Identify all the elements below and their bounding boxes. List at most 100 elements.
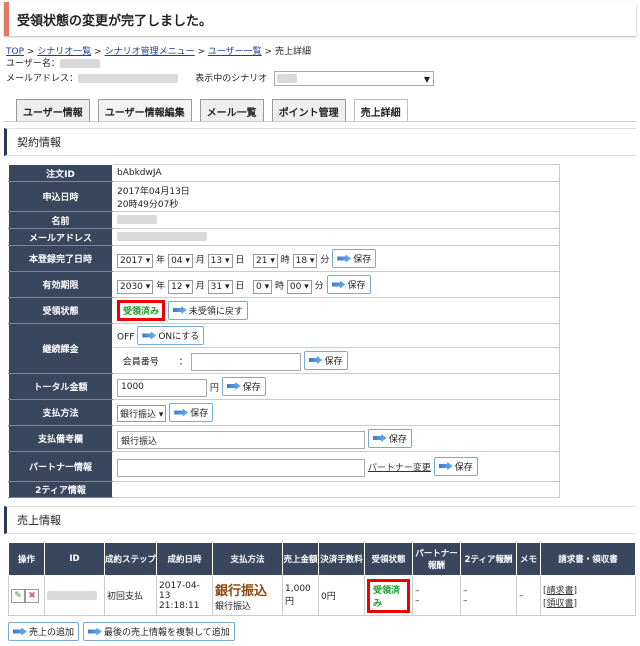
add-sale-button[interactable]: 売上の追加 <box>8 622 80 641</box>
expiry-minute[interactable]: 00 ▾ <box>286 279 312 294</box>
email-label: メールアドレス： <box>6 74 79 84</box>
total-save-button[interactable]: 保存 <box>221 376 266 396</box>
label-partner: パートナー情報 <box>8 451 113 482</box>
row-step: 初回支払 <box>104 575 157 616</box>
row-time: 21:18:11 <box>159 600 200 611</box>
arrow-right-icon <box>142 331 157 340</box>
label-billing: 継続課金 <box>8 323 113 374</box>
arrow-right-icon <box>172 306 187 314</box>
arrow-right-icon <box>13 627 27 636</box>
payment-note-input[interactable]: 銀行振込 <box>117 430 365 449</box>
order-id-value: bAbkdwJA <box>112 164 560 182</box>
sales-table: 操作 ID 成約ステップ 成約日時 支払方法 売上金額 決済手数料 受領状態 パ… <box>8 542 636 616</box>
applied-time: 20時49分07秒 <box>117 199 179 210</box>
row-tier2-fee: – <box>463 585 468 596</box>
row-amount: 1,000円 <box>282 575 319 616</box>
row-status-highlight: 受領済み <box>367 578 410 613</box>
tab-sales-detail[interactable]: 売上詳細 <box>353 99 408 121</box>
tab-points[interactable]: ポイント管理 <box>271 99 346 121</box>
expiry-hour[interactable]: 0 ▾ <box>253 279 273 294</box>
col-fee: 決済手数料 <box>318 542 365 576</box>
crumb-scenario-menu[interactable]: シナリオ管理メニュー <box>105 47 195 57</box>
expiry-save-button[interactable]: 保存 <box>326 275 371 294</box>
contract-heading: 契約情報 <box>4 128 636 156</box>
receipt-status: 受領済み <box>123 307 160 317</box>
col-invoice: 請求書・領収書 <box>540 542 636 576</box>
col-method: 支払方法 <box>212 542 283 576</box>
registered-month[interactable]: 04 ▾ <box>168 253 193 268</box>
member-no-label: 会員番号 <box>122 357 159 367</box>
row-fee: 0円 <box>318 575 365 616</box>
registered-minute[interactable]: 18 ▾ <box>292 253 318 268</box>
sales-actions: 売上の追加 最後の売上情報を複製して追加 <box>8 622 640 641</box>
receipt-link[interactable]: [領収書] <box>543 596 633 609</box>
crumb-current: 売上詳細 <box>274 47 311 57</box>
receipt-status-highlight: 受領済み <box>117 300 166 321</box>
expiry-year[interactable]: 2030 ▾ <box>117 279 154 294</box>
success-message: 受領状態の変更が完了しました。 <box>17 13 213 29</box>
row-tier2-fee-2: – <box>463 595 468 606</box>
tab-user-edit[interactable]: ユーザー情報編集 <box>97 99 192 121</box>
arrow-right-icon <box>438 462 453 470</box>
col-memo: メモ <box>516 542 541 576</box>
tab-user-info[interactable]: ユーザー情報 <box>16 99 90 121</box>
partner-input[interactable] <box>117 458 365 477</box>
sales-heading: 売上情報 <box>4 506 636 534</box>
registered-save-button[interactable]: 保存 <box>332 249 377 268</box>
row-memo: – <box>516 575 541 616</box>
success-banner: 受領状態の変更が完了しました。 <box>4 2 636 36</box>
duplicate-sale-button[interactable]: 最後の売上情報を複製して追加 <box>83 622 235 641</box>
payment-save-button[interactable]: 保存 <box>169 403 214 422</box>
arrow-right-icon <box>174 408 189 417</box>
tab-mail-list[interactable]: メール一覧 <box>199 99 264 121</box>
col-id: ID <box>44 542 105 576</box>
arrow-right-icon <box>372 434 387 442</box>
tab-panel-border <box>4 121 636 122</box>
payment-method-select[interactable]: 銀行振込 ▾ <box>117 404 167 422</box>
registered-day[interactable]: 13 ▾ <box>207 253 233 268</box>
col-date: 成約日時 <box>156 542 213 576</box>
col-amount: 売上金額 <box>282 542 319 576</box>
registered-hour[interactable]: 21 ▾ <box>253 253 278 268</box>
row-status: 受領済み <box>373 585 401 609</box>
crumb-user-list[interactable]: ユーザー一覧 <box>208 47 262 57</box>
payment-note-save-button[interactable]: 保存 <box>367 428 412 448</box>
col-partner-fee: パートナー報酬 <box>412 542 461 576</box>
tier2-value <box>112 481 560 498</box>
row-partner-fee: – <box>415 585 420 596</box>
expiry-day[interactable]: 31 ▾ <box>207 279 233 294</box>
crumb-top[interactable]: TOP <box>6 47 24 57</box>
label-payment-note: 支払備考欄 <box>8 425 113 452</box>
expiry-month[interactable]: 12 ▾ <box>168 279 193 294</box>
sale-id-redacted <box>47 590 97 600</box>
crumb-scenario-list[interactable]: シナリオ一覧 <box>37 47 91 57</box>
invoice-link[interactable]: [請求書] <box>543 583 633 596</box>
member-no-save-button[interactable]: 保存 <box>303 350 348 370</box>
name-redacted <box>117 215 157 224</box>
user-meta: ユーザー名： メールアドレス： 表示中のシナリオ ▼ <box>0 57 640 87</box>
col-step: 成約ステップ <box>104 542 157 576</box>
email-redacted <box>78 74 179 83</box>
contract-table: 注文ID bAbkdwJA 申込日時 2017年04月13日 20時49分07秒 名… <box>8 164 560 498</box>
arrow-right-icon <box>308 356 323 364</box>
label-name: 名前 <box>8 211 113 229</box>
registered-year[interactable]: 2017 ▾ <box>117 253 154 268</box>
member-no-input[interactable] <box>190 352 301 371</box>
scenario-select[interactable]: ▼ <box>274 71 435 86</box>
row-partner-fee-2: – <box>415 595 420 606</box>
arrow-right-icon <box>88 627 103 636</box>
partner-save-button[interactable]: 保存 <box>433 456 478 476</box>
label-tier2: 2ティア情報 <box>8 481 113 498</box>
applied-date: 2017年04月13日 <box>117 186 190 197</box>
edit-icon[interactable]: ✎ <box>11 588 25 603</box>
email-value-redacted <box>117 232 207 241</box>
label-applied: 申込日時 <box>8 181 113 212</box>
chevron-down-icon: ▼ <box>423 75 431 84</box>
partner-change-link[interactable]: パートナー変更 <box>368 463 431 473</box>
total-input[interactable]: 1000 <box>117 378 207 397</box>
breadcrumb: TOP > シナリオ一覧 > シナリオ管理メニュー > ユーザー一覧 > 売上詳… <box>6 47 311 57</box>
arrow-right-icon <box>331 280 346 289</box>
revert-receipt-button[interactable]: 未受領に戻す <box>167 300 248 320</box>
billing-on-button[interactable]: ONにする <box>137 326 205 345</box>
delete-icon[interactable]: ✖ <box>25 588 39 603</box>
